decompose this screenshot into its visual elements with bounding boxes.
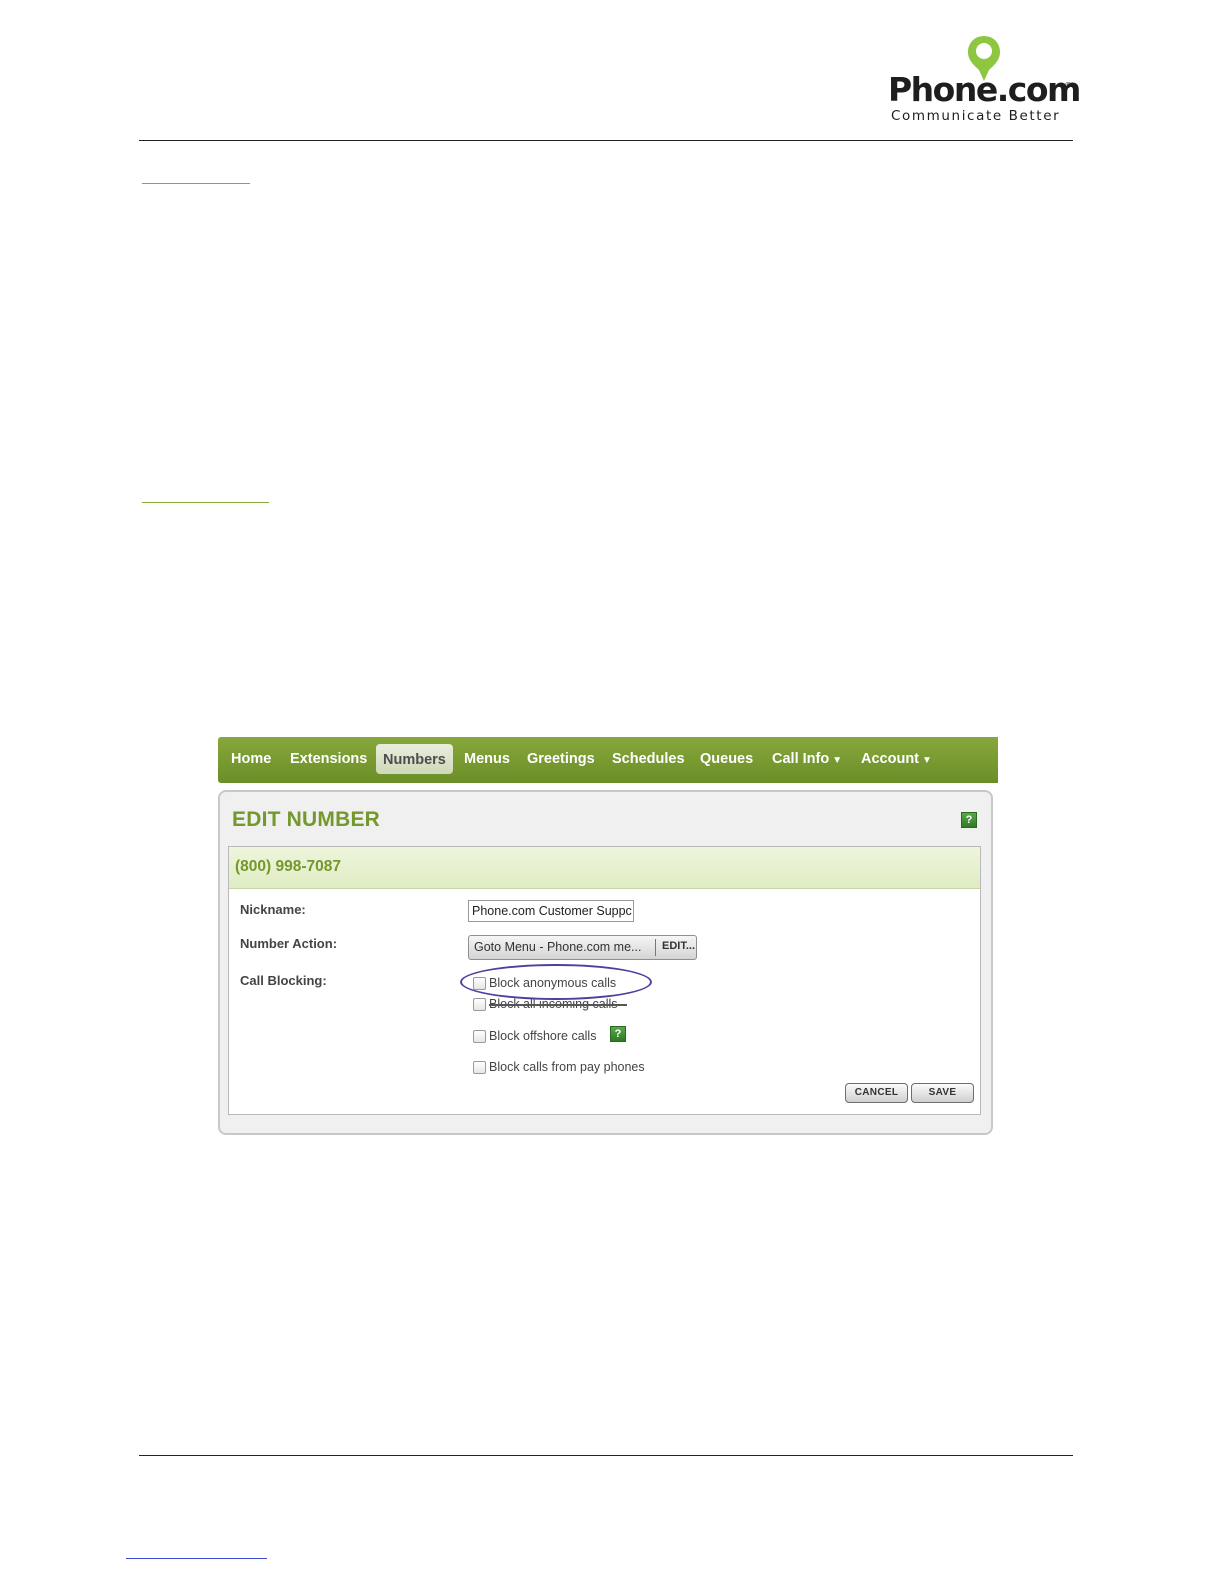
block-pay-phones-checkbox[interactable] — [473, 1061, 486, 1074]
section-link-underline — [142, 183, 250, 184]
phone-com-logo: Phone.com ® Communicate Better — [888, 34, 1081, 126]
block-pay-phones-label: Block calls from pay phones — [489, 1060, 645, 1074]
header-divider — [139, 140, 1073, 141]
block-anonymous-checkbox[interactable] — [473, 977, 486, 990]
caret-down-icon: ▼ — [922, 755, 932, 766]
nav-menus[interactable]: Menus — [464, 745, 510, 773]
block-all-incoming-checkbox[interactable] — [473, 998, 486, 1011]
block-anonymous-label: Block anonymous calls — [489, 976, 617, 990]
nav-home[interactable]: Home — [231, 745, 271, 773]
nav-greetings[interactable]: Greetings — [527, 745, 595, 773]
number-header: (800) 998-7087 — [229, 847, 980, 889]
nav-account[interactable]: Account ▼ — [861, 745, 932, 773]
section-link-underline — [142, 502, 269, 503]
phone-number: (800) 998-7087 — [235, 858, 341, 875]
page-title: EDIT NUMBER — [232, 808, 381, 831]
nickname-field[interactable]: Phone.com Customer Suppc — [468, 900, 634, 922]
block-offshore-checkbox[interactable] — [473, 1030, 486, 1043]
nav-extensions[interactable]: Extensions — [290, 745, 367, 773]
cancel-button[interactable]: CANCEL — [845, 1083, 908, 1103]
nav-account-label: Account — [861, 751, 919, 767]
nav-schedules[interactable]: Schedules — [612, 745, 685, 773]
edit-number-panel: EDIT NUMBER ? (800) 998-7087 Nickname: P… — [218, 790, 993, 1135]
number-action-value: Goto Menu - Phone.com me... — [474, 940, 642, 954]
save-button[interactable]: SAVE — [911, 1083, 974, 1103]
footer-divider — [139, 1455, 1073, 1456]
nav-call-info[interactable]: Call Info ▼ — [772, 745, 842, 773]
call-blocking-label: Call Blocking: — [240, 973, 327, 988]
logo-wordmark: Phone.com — [888, 70, 1081, 109]
block-offshore-label: Block offshore calls — [489, 1029, 597, 1043]
footer-link-underline — [126, 1558, 267, 1559]
logo-tagline: Communicate Better — [891, 108, 1061, 124]
help-icon[interactable]: ? — [961, 812, 977, 828]
help-icon[interactable]: ? — [610, 1026, 626, 1042]
number-action-edit-button[interactable]: EDIT... — [662, 940, 695, 952]
number-action-button[interactable]: Goto Menu - Phone.com me... EDIT... — [468, 935, 697, 960]
main-nav-bar: Home Extensions Numbers Menus Greetings … — [218, 737, 998, 783]
nav-numbers[interactable]: Numbers — [376, 744, 453, 774]
strikethrough-line — [489, 1004, 627, 1006]
number-action-label: Number Action: — [240, 936, 338, 951]
nav-queues[interactable]: Queues — [700, 745, 753, 773]
edit-number-form: (800) 998-7087 Nickname: Phone.com Custo… — [228, 846, 981, 1115]
caret-down-icon: ▼ — [832, 755, 843, 766]
button-divider — [655, 939, 656, 956]
nav-call-info-label: Call Info — [772, 751, 830, 767]
logo-registered-mark: ® — [1064, 81, 1072, 90]
edit-number-screenshot: Home Extensions Numbers Menus Greetings … — [218, 737, 998, 1137]
nickname-label: Nickname: — [240, 902, 306, 917]
